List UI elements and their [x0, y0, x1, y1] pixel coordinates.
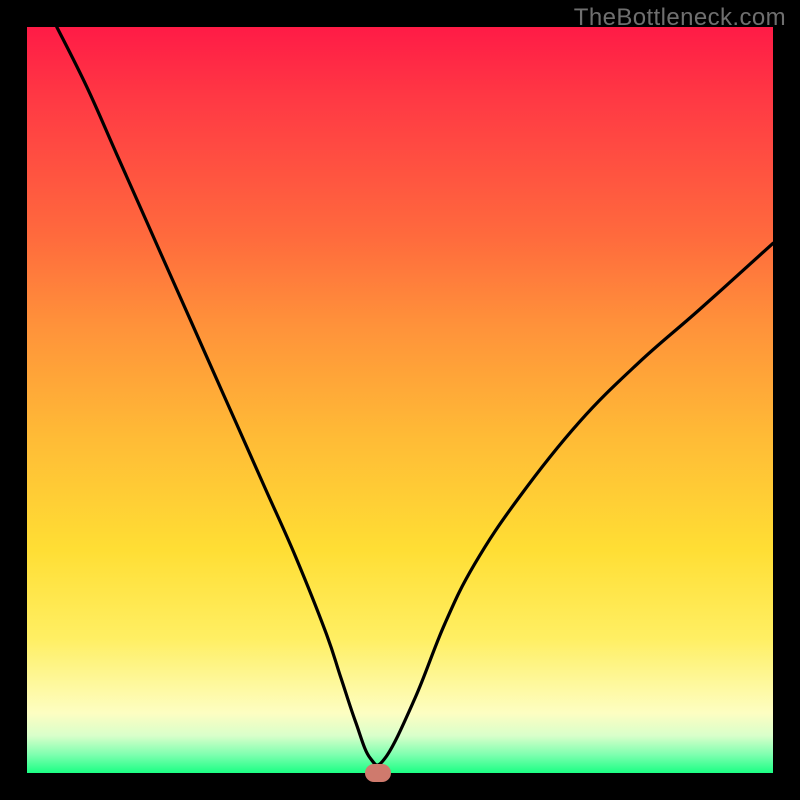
optimum-marker [365, 764, 391, 782]
chart-frame: TheBottleneck.com [0, 0, 800, 800]
curve-path [57, 27, 773, 765]
bottleneck-curve [27, 27, 773, 773]
plot-area [27, 27, 773, 773]
watermark-text: TheBottleneck.com [574, 4, 786, 32]
